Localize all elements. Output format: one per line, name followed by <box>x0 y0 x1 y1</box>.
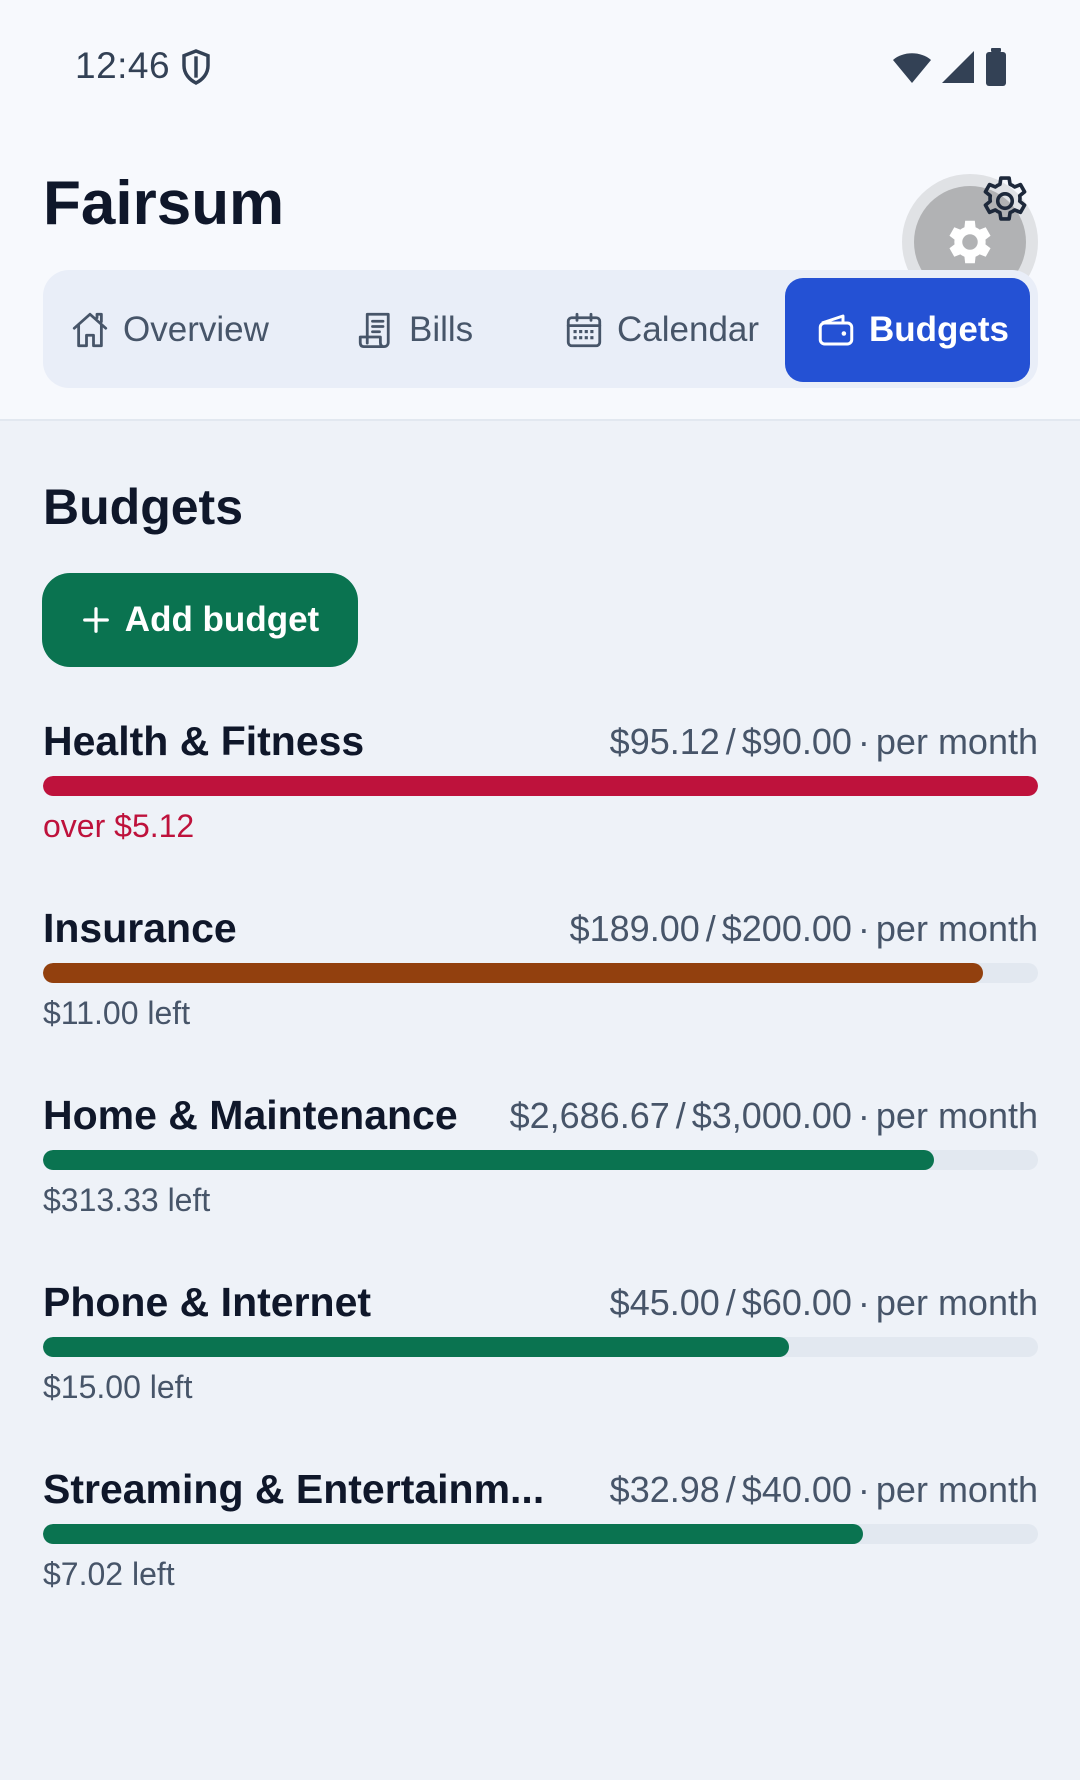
amount-separator: / <box>725 1282 736 1323</box>
budget-spent: $2,686.67 <box>509 1095 670 1136</box>
settings-gear-icon[interactable] <box>976 172 1034 230</box>
budget-limit: $60.00 <box>741 1282 852 1323</box>
budget-period: per month <box>875 1282 1038 1323</box>
budget-status: $313.33 left <box>43 1182 211 1218</box>
wallet-icon <box>818 314 854 346</box>
budget-name: Streaming & Entertainm... <box>43 1466 545 1512</box>
budget-limit: $90.00 <box>741 721 852 762</box>
budget-progress-track <box>43 963 1038 983</box>
app-header: 12:46 Fairsum Overview Bills Calendar Bu… <box>0 0 1080 421</box>
tab-bills[interactable]: Bills <box>355 278 473 382</box>
add-budget-button[interactable]: Add budget <box>42 573 358 667</box>
period-separator: · <box>857 1095 870 1136</box>
shield-icon <box>182 49 210 85</box>
tab-bar: Overview Bills Calendar Budgets <box>43 270 1038 388</box>
budget-period: per month <box>875 721 1038 762</box>
tab-overview-label: Overview <box>123 310 269 349</box>
budget-name: Insurance <box>43 905 237 951</box>
budget-limit: $200.00 <box>721 908 852 949</box>
budget-status: $11.00 left <box>43 995 191 1031</box>
amount-separator: / <box>725 1469 736 1510</box>
budget-progress-fill <box>43 776 1038 796</box>
budget-progress-fill <box>43 1150 935 1170</box>
period-separator: · <box>857 1282 870 1323</box>
status-time: 12:46 <box>75 45 171 86</box>
budget-status: over $5.12 <box>43 808 195 844</box>
amount-separator: / <box>675 1095 686 1136</box>
budget-amount: $189.00/$200.00 · per month <box>570 908 1038 950</box>
calendar-icon <box>566 312 602 348</box>
budget-name: Health & Fitness <box>43 718 365 764</box>
budget-amount: $32.98/$40.00 · per month <box>610 1469 1038 1511</box>
budget-item[interactable]: Health & Fitness $95.12/$90.00 · per month o… <box>43 718 1038 868</box>
section-title: Budgets <box>43 479 243 535</box>
budget-progress-track <box>43 1524 1038 1544</box>
budget-period: per month <box>875 1469 1038 1510</box>
budget-amount: $2,686.67/$3,000.00 · per month <box>510 1095 1038 1137</box>
status-icons <box>892 48 1008 86</box>
budget-limit: $3,000.00 <box>691 1095 852 1136</box>
budget-item[interactable]: Insurance $189.00/$200.00 · per month $11.00… <box>43 905 1038 1055</box>
budget-amount: $45.00/$60.00 · per month <box>610 1282 1038 1324</box>
tab-calendar[interactable]: Calendar <box>563 278 759 382</box>
budget-period: per month <box>875 1095 1038 1136</box>
budget-progress-fill <box>43 1524 864 1544</box>
budget-spent: $189.00 <box>569 908 700 949</box>
budget-item[interactable]: Streaming & Entertainm... $32.98/$40.00 · p… <box>43 1466 1038 1616</box>
home-icon <box>72 312 108 348</box>
budget-status: $15.00 left <box>43 1369 193 1405</box>
period-separator: · <box>857 721 870 762</box>
tab-bills-label: Bills <box>409 310 474 349</box>
plus-icon <box>82 607 109 633</box>
budget-progress-track <box>43 1337 1038 1357</box>
period-separator: · <box>857 1469 870 1510</box>
budget-item[interactable]: Home & Maintenance $2,686.67/$3,000.00 · pe… <box>43 1092 1038 1242</box>
budget-item[interactable]: Phone & Internet $45.00/$60.00 · per month $… <box>43 1279 1038 1429</box>
receipt-icon <box>358 312 390 349</box>
budget-period: per month <box>875 908 1038 949</box>
tab-budgets[interactable]: Budgets <box>785 278 1030 382</box>
budget-progress-track <box>43 1150 1038 1170</box>
amount-separator: / <box>725 721 736 762</box>
budget-progress-fill <box>43 963 984 983</box>
budget-amount: $95.12/$90.00 · per month <box>610 721 1038 763</box>
status-bar: 12:46 <box>0 0 1080 130</box>
amount-separator: / <box>705 908 716 949</box>
add-budget-label: Add budget <box>124 600 320 639</box>
app-title: Fairsum <box>43 169 285 238</box>
tab-budgets-label: Budgets <box>869 310 1009 349</box>
wifi-icon <box>893 53 931 83</box>
budget-progress-track <box>43 776 1038 796</box>
battery-icon <box>986 48 1006 86</box>
budget-status: $7.02 left <box>43 1556 175 1592</box>
budget-spent: $95.12 <box>609 721 720 762</box>
period-separator: · <box>857 908 870 949</box>
budget-spent: $32.98 <box>609 1469 720 1510</box>
signal-icon <box>942 51 974 83</box>
budget-name: Phone & Internet <box>43 1279 372 1325</box>
tab-overview[interactable]: Overview <box>69 278 269 382</box>
budget-limit: $40.00 <box>741 1469 852 1510</box>
budget-name: Home & Maintenance <box>43 1092 458 1138</box>
budget-progress-fill <box>43 1337 790 1357</box>
tab-calendar-label: Calendar <box>617 310 760 349</box>
budget-spent: $45.00 <box>609 1282 720 1323</box>
